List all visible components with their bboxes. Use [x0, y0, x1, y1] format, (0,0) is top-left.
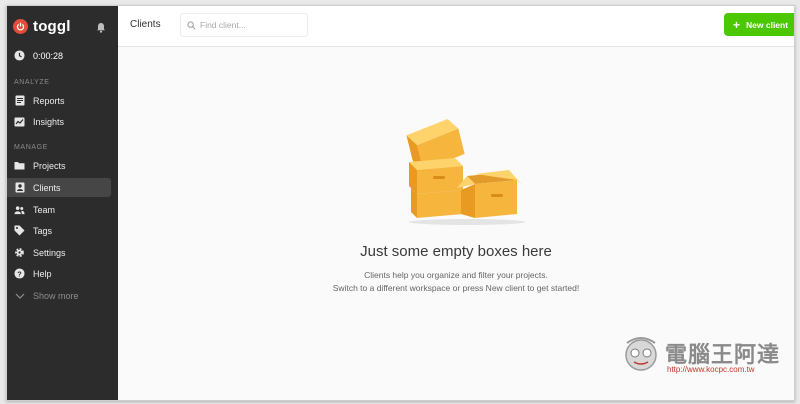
sidebar-item-projects[interactable]: Projects	[7, 156, 111, 175]
new-client-label: New client	[746, 19, 789, 30]
search-box[interactable]	[180, 13, 308, 37]
sidebar-item-label: Projects	[33, 160, 66, 171]
search-icon	[187, 20, 196, 30]
timer[interactable]: 0:00:28	[14, 50, 63, 61]
bell-icon[interactable]	[96, 20, 106, 38]
empty-boxes-illustration	[397, 114, 537, 231]
empty-state-title: Just some empty boxes here	[360, 243, 552, 260]
sidebar-item-label: Clients	[33, 182, 61, 193]
sidebar-item-label: Insights	[33, 116, 65, 127]
sidebar-item-team[interactable]: Team	[7, 200, 111, 219]
reports-icon	[14, 95, 25, 106]
team-icon	[14, 204, 25, 215]
empty-state-hint: Switch to a different workspace or press…	[332, 283, 580, 293]
toggl-logo-icon	[13, 19, 28, 34]
top-bar: Clients + New client	[118, 6, 794, 47]
svg-text:?: ?	[17, 269, 22, 278]
watermark-mascot-icon	[619, 331, 663, 380]
sidebar-item-insights[interactable]: Insights	[7, 112, 111, 131]
sidebar: toggl 0:00:28 ANALYZE Reports Insights M…	[7, 6, 118, 400]
timer-value: 0:00:28	[33, 50, 64, 61]
sidebar-item-label: Help	[33, 268, 52, 279]
sidebar-item-help[interactable]: ? Help	[7, 264, 111, 283]
sidebar-item-label: Settings	[33, 247, 66, 258]
sidebar-item-tags[interactable]: Tags	[7, 221, 111, 240]
chevron-down-icon	[14, 290, 25, 301]
empty-state-description: Clients help you organize and filter you…	[364, 270, 548, 280]
watermark-url: http://www.kocpc.com.tw	[667, 365, 755, 374]
client-icon	[14, 182, 25, 193]
section-label-manage: MANAGE	[14, 144, 48, 151]
sidebar-item-settings[interactable]: Settings	[7, 243, 111, 262]
insights-icon	[14, 116, 25, 127]
plus-icon: +	[733, 17, 741, 32]
sidebar-item-label: Reports	[33, 95, 65, 106]
help-icon: ?	[14, 268, 25, 279]
brand-name: toggl	[33, 18, 71, 35]
sidebar-item-label: Tags	[33, 225, 53, 236]
sidebar-item-reports[interactable]: Reports	[7, 91, 111, 110]
page-title: Clients	[130, 19, 161, 30]
folder-icon	[14, 160, 25, 171]
sidebar-item-label: Team	[33, 204, 56, 215]
search-input[interactable]	[200, 20, 300, 30]
app-window: toggl 0:00:28 ANALYZE Reports Insights M…	[6, 5, 795, 401]
clock-icon	[14, 50, 25, 61]
tag-icon	[14, 225, 25, 236]
gear-icon	[14, 247, 25, 258]
section-label-analyze: ANALYZE	[14, 79, 50, 86]
new-client-button[interactable]: + New client	[724, 13, 794, 36]
brand[interactable]: toggl	[13, 18, 71, 35]
sidebar-item-label: Show more	[33, 290, 79, 301]
sidebar-item-clients[interactable]: Clients	[7, 178, 111, 197]
sidebar-item-show-more[interactable]: Show more	[7, 286, 111, 305]
